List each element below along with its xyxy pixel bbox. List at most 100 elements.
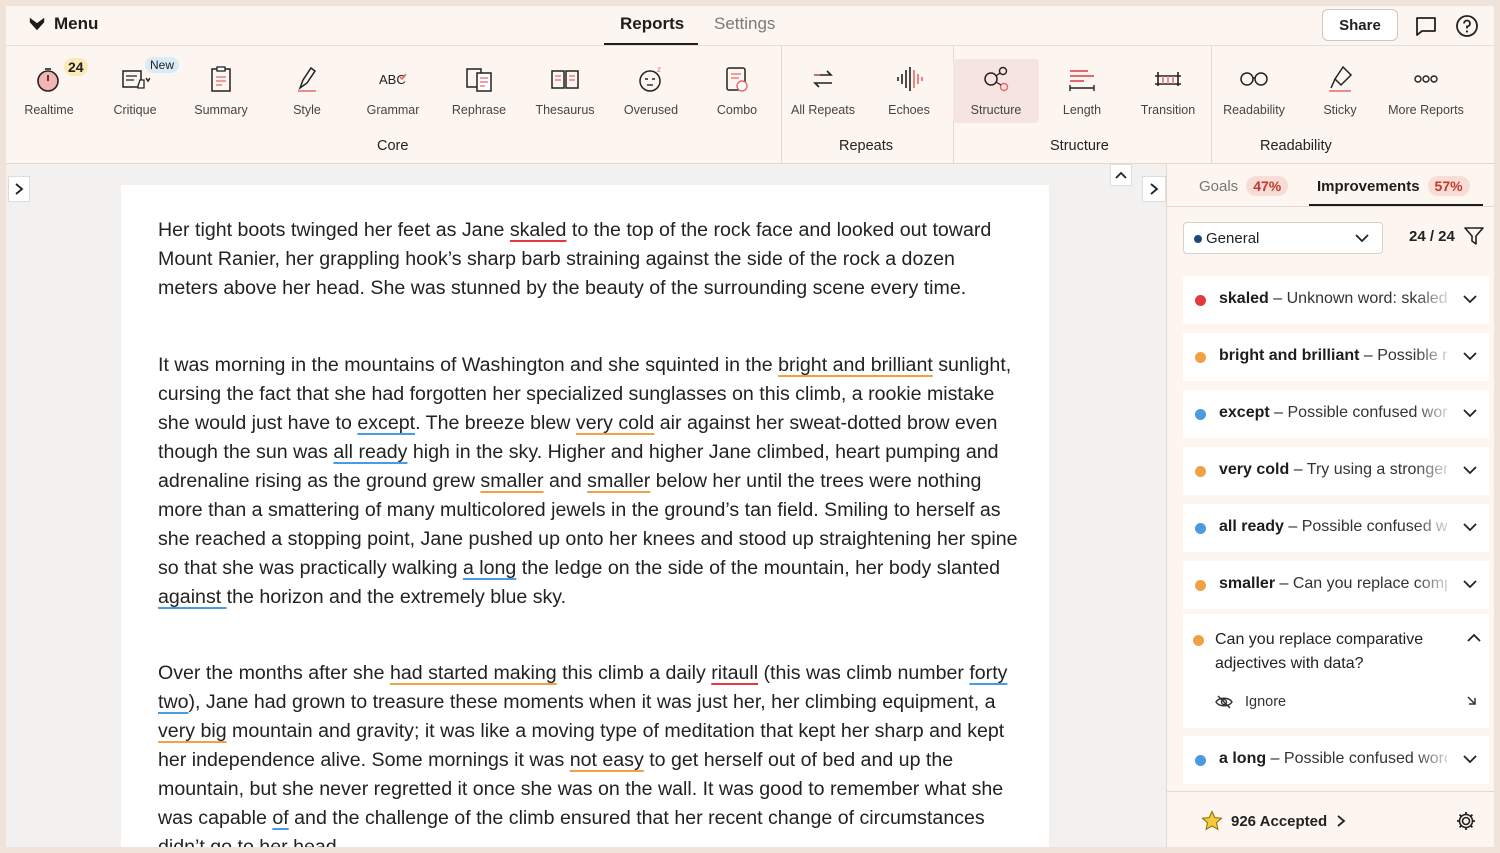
- tool-length[interactable]: Length: [1039, 62, 1125, 132]
- tool-all-repeats[interactable]: All Repeats: [780, 62, 866, 132]
- flagged-word[interactable]: very cold: [576, 412, 654, 434]
- echo-icon: [897, 67, 923, 91]
- flagged-word[interactable]: had started making: [390, 662, 557, 684]
- expand-left-panel-button[interactable]: [8, 176, 30, 202]
- chevron-right-icon: [1337, 815, 1346, 827]
- accepted-button[interactable]: 926 Accepted: [1201, 810, 1347, 832]
- menu-label: Menu: [54, 14, 99, 33]
- flagged-word[interactable]: smaller: [480, 470, 543, 492]
- expanded-suggestion: Can you replace comparative adjectives w…: [1183, 614, 1489, 728]
- panel-footer: 926 Accepted: [1167, 791, 1494, 847]
- ignore-button[interactable]: Ignore: [1215, 694, 1286, 710]
- flagged-word[interactable]: of: [272, 807, 288, 829]
- document-editor[interactable]: Her tight boots twinged her feet as Jane…: [121, 185, 1049, 847]
- collapse-right-panel-button[interactable]: [1142, 176, 1166, 202]
- tab-goals[interactable]: Goals 47%: [1199, 176, 1289, 196]
- suggestion-item[interactable]: bright and brilliant – Possible redundan…: [1183, 333, 1489, 381]
- length-icon: [1069, 70, 1095, 91]
- tool-label: Readability: [1223, 103, 1285, 117]
- suggestion-count: 24 / 24: [1409, 228, 1455, 245]
- suggestion-item[interactable]: all ready – Possible confused word: [1183, 504, 1489, 552]
- flagged-word[interactable]: not easy: [570, 749, 644, 771]
- chevron-down-icon[interactable]: [1461, 575, 1479, 593]
- abc-icon: ABC: [379, 72, 407, 87]
- chevron-right-icon: [1150, 183, 1159, 195]
- suggestion-item[interactable]: very cold – Try using a stronger word: [1183, 447, 1489, 495]
- chevron-down-icon[interactable]: [1461, 750, 1479, 768]
- chevron-down-icon[interactable]: [1461, 518, 1479, 536]
- pen-icon: [298, 66, 317, 92]
- more-icon: [1414, 75, 1438, 83]
- realtime-count-badge: 24: [64, 58, 88, 76]
- flagged-word[interactable]: all ready: [333, 441, 407, 463]
- flagged-word[interactable]: except: [357, 412, 415, 434]
- category-dropdown[interactable]: General: [1183, 222, 1383, 254]
- improvements-percent-badge: 57%: [1427, 176, 1470, 196]
- active-tab-underline: [604, 43, 698, 45]
- tool-sticky[interactable]: Sticky: [1297, 62, 1383, 132]
- tool-rephrase[interactable]: Rephrase: [436, 62, 522, 132]
- repeat-icon: [813, 70, 833, 88]
- severity-dot: [1195, 409, 1206, 420]
- tool-label: Length: [1062, 103, 1102, 117]
- help-icon[interactable]: [1455, 14, 1479, 38]
- tool-more-reports[interactable]: More Reports: [1383, 62, 1469, 132]
- filter-icon[interactable]: [1463, 226, 1485, 246]
- tool-label: Grammar: [366, 103, 420, 117]
- group-label-structure: Structure: [1050, 138, 1109, 154]
- tool-grammar[interactable]: ABC Grammar: [350, 62, 436, 132]
- tool-readability[interactable]: Readability: [1211, 62, 1297, 132]
- suggestion-detail: Can you replace comparative adjectives w…: [1215, 631, 1424, 672]
- tool-transition[interactable]: Transition: [1125, 62, 1211, 132]
- flagged-word[interactable]: ritaull: [711, 662, 758, 684]
- chevron-up-icon[interactable]: [1465, 629, 1483, 647]
- suggestion-item[interactable]: except – Possible confused word: [1183, 390, 1489, 438]
- tool-style[interactable]: Style: [264, 62, 350, 132]
- suggestion-item[interactable]: smaller – Can you replace comparative: [1183, 561, 1489, 609]
- comment-icon[interactable]: [1414, 14, 1438, 38]
- tool-summary[interactable]: Summary: [178, 62, 264, 132]
- tool-label: All Repeats: [791, 103, 855, 117]
- tool-combo[interactable]: Combo: [694, 62, 780, 132]
- apply-arrow-icon[interactable]: [1463, 694, 1481, 712]
- collapse-ribbon-button[interactable]: [1110, 164, 1132, 186]
- tool-label: Thesaurus: [535, 103, 595, 117]
- flagged-word[interactable]: very big: [158, 720, 227, 742]
- app-window: Menu Reports Settings Share Realtime 24 …: [6, 6, 1494, 847]
- rephrase-icon: [466, 68, 492, 92]
- group-label-readability: Readability: [1260, 138, 1332, 154]
- divider: [1167, 206, 1494, 207]
- flagged-word[interactable]: against: [158, 586, 227, 608]
- tool-thesaurus[interactable]: Thesaurus: [522, 62, 608, 132]
- chevron-down-icon[interactable]: [1461, 461, 1479, 479]
- tab-reports[interactable]: Reports: [620, 14, 684, 34]
- tool-overused[interactable]: z Overused: [608, 62, 694, 132]
- tool-label: Structure: [970, 103, 1022, 117]
- tool-label: Transition: [1140, 103, 1196, 117]
- glasses-icon: [1240, 72, 1268, 86]
- share-button[interactable]: Share: [1322, 9, 1398, 41]
- menu-button[interactable]: Menu: [28, 14, 98, 34]
- tool-structure[interactable]: Structure: [953, 59, 1039, 123]
- flagged-word[interactable]: bright and brilliant: [778, 354, 933, 376]
- chevron-down-icon[interactable]: [1461, 404, 1479, 422]
- timer-icon: [37, 68, 59, 92]
- sleepy-face-icon: z: [639, 65, 661, 92]
- structure-icon: [984, 66, 1009, 92]
- tool-label: Style: [293, 103, 321, 117]
- paragraph: It was morning in the mountains of Washi…: [158, 354, 1018, 608]
- svg-text:z: z: [657, 65, 661, 74]
- tab-improvements[interactable]: Improvements 57%: [1317, 176, 1470, 196]
- flagged-word[interactable]: skaled: [510, 219, 567, 241]
- top-bar: Menu Reports Settings Share: [6, 6, 1494, 46]
- tool-label: Critique: [113, 103, 157, 117]
- tool-echoes[interactable]: Echoes: [866, 62, 952, 132]
- suggestion-item[interactable]: skaled – Unknown word: skaled: [1183, 276, 1489, 324]
- chevron-down-icon[interactable]: [1461, 347, 1479, 365]
- flagged-word[interactable]: a long: [463, 557, 516, 579]
- chevron-down-icon[interactable]: [1461, 290, 1479, 308]
- suggestion-item[interactable]: a long – Possible confused word: [1183, 736, 1489, 784]
- flagged-word[interactable]: smaller: [587, 470, 650, 492]
- tab-settings[interactable]: Settings: [714, 14, 775, 34]
- gear-icon[interactable]: [1455, 810, 1477, 832]
